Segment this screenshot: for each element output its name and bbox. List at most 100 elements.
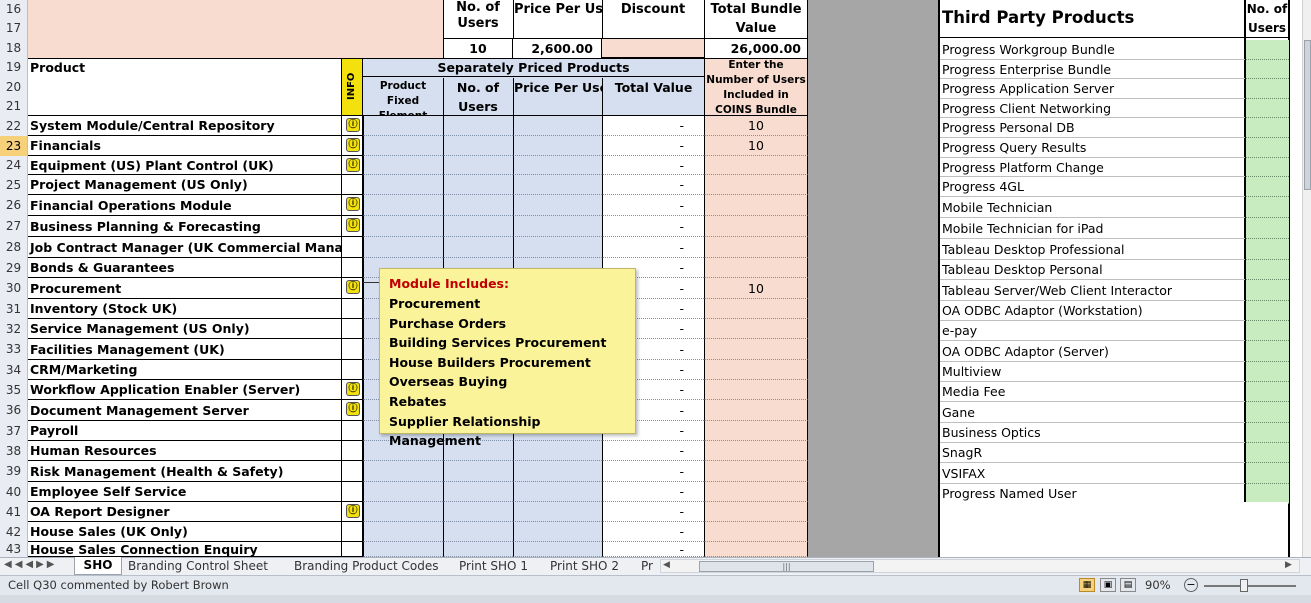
users-cell[interactable]	[443, 461, 513, 482]
sheet-tab[interactable]: Branding Control Sheet	[128, 558, 288, 574]
third-party-item[interactable]: Progress Query Results	[940, 138, 1245, 158]
third-party-users-cell[interactable]	[1246, 463, 1289, 484]
third-party-item[interactable]: Progress 4GL	[940, 177, 1245, 197]
third-party-item[interactable]: Progress Client Networking	[940, 99, 1245, 118]
row-header[interactable]: 18	[0, 38, 28, 59]
price-cell[interactable]	[513, 237, 602, 258]
third-party-item[interactable]: e-pay	[940, 321, 1245, 341]
fixed-element-cell[interactable]	[363, 522, 443, 542]
users-cell[interactable]	[443, 237, 513, 258]
third-party-users-cell[interactable]	[1246, 280, 1289, 301]
third-party-item[interactable]: Progress Application Server	[940, 79, 1245, 99]
fixed-element-cell[interactable]	[363, 156, 443, 175]
product-name-cell[interactable]: Job Contract Manager (UK Commercial Mana…	[28, 237, 341, 258]
info-icon[interactable]: ⓘ	[346, 158, 360, 172]
third-party-item[interactable]: Progress Personal DB	[940, 118, 1245, 138]
row-header[interactable]: 32	[0, 319, 28, 340]
price-value-cell[interactable]: 2,600.00	[513, 39, 602, 58]
third-party-users-cell[interactable]	[1246, 218, 1289, 239]
product-name-cell[interactable]: Human Resources	[28, 441, 341, 461]
third-party-users-cell[interactable]	[1246, 443, 1289, 463]
third-party-item[interactable]: Progress Named User	[940, 484, 1245, 504]
row-header[interactable]: 31	[0, 299, 28, 320]
price-cell[interactable]	[513, 502, 602, 522]
info-icon[interactable]: ⓘ	[346, 218, 360, 232]
fixed-element-cell[interactable]	[363, 482, 443, 502]
third-party-item[interactable]: Tableau Server/Web Client Interactor	[940, 280, 1245, 301]
third-party-item[interactable]: Progress Workgroup Bundle	[940, 40, 1245, 60]
row-header[interactable]: 34	[0, 360, 28, 381]
users-cell[interactable]	[443, 116, 513, 136]
fixed-element-cell[interactable]	[363, 136, 443, 156]
users-cell[interactable]	[443, 216, 513, 237]
fixed-element-cell[interactable]	[363, 175, 443, 195]
users-cell[interactable]	[443, 542, 513, 557]
product-name-cell[interactable]: House Sales Connection Enquiry	[28, 542, 341, 557]
row-header[interactable]: 43	[0, 542, 28, 558]
users-cell[interactable]	[443, 136, 513, 156]
zoom-level[interactable]: 90%	[1145, 578, 1171, 592]
row-header[interactable]: 38	[0, 441, 28, 462]
spreadsheet-grid[interactable]: No. of Users Price Per User Discount Tot…	[0, 0, 1311, 558]
row-header[interactable]: 27	[0, 216, 28, 238]
price-cell[interactable]	[513, 116, 602, 136]
sheet-tab[interactable]: Pr	[641, 558, 659, 574]
info-icon[interactable]: ⓘ	[346, 197, 360, 211]
info-cell[interactable]: ⓘ	[341, 156, 363, 175]
third-party-item[interactable]: OA ODBC Adaptor (Workstation)	[940, 301, 1245, 321]
product-name-cell[interactable]: Document Management Server	[28, 400, 341, 421]
row-header[interactable]: 16	[0, 0, 28, 20]
price-cell[interactable]	[513, 542, 602, 557]
price-cell[interactable]	[513, 461, 602, 482]
product-name-cell[interactable]: Equipment (US) Plant Control (UK)	[28, 156, 341, 175]
fixed-element-cell[interactable]	[363, 216, 443, 237]
third-party-item[interactable]: Business Optics	[940, 423, 1245, 443]
third-party-item[interactable]: Tableau Desktop Professional	[940, 239, 1245, 260]
third-party-item[interactable]: Media Fee	[940, 382, 1245, 402]
row-header[interactable]: 17	[0, 19, 28, 39]
row-header[interactable]: 22	[0, 116, 28, 137]
bundle-value-cell[interactable]: 26,000.00	[704, 39, 808, 58]
horizontal-scroll-thumb[interactable]: |||	[699, 561, 874, 572]
product-name-cell[interactable]: Business Planning & Forecasting	[28, 216, 341, 237]
row-header[interactable]: 23	[0, 136, 28, 157]
info-cell[interactable]: ⓘ	[341, 502, 363, 522]
zoom-slider-thumb[interactable]	[1240, 579, 1248, 592]
row-header[interactable]: 41	[0, 502, 28, 523]
info-icon[interactable]: ⓘ	[346, 504, 360, 518]
third-party-users-cell[interactable]	[1246, 138, 1289, 158]
product-name-cell[interactable]: House Sales (UK Only)	[28, 522, 341, 542]
sheet-tab[interactable]: Print SHO 2	[550, 558, 635, 574]
third-party-users-cell[interactable]	[1246, 197, 1289, 218]
info-cell[interactable]: ⓘ	[341, 116, 363, 136]
row-header[interactable]: 19	[0, 58, 28, 78]
third-party-users-cell[interactable]	[1246, 239, 1289, 260]
users-cell[interactable]	[443, 502, 513, 522]
tab-nav-buttons[interactable]: ◀◀◀▶▶	[4, 559, 70, 574]
row-header[interactable]: 33	[0, 339, 28, 361]
normal-view-button[interactable]: ▦	[1079, 578, 1095, 592]
fixed-element-cell[interactable]	[363, 542, 443, 557]
third-party-item[interactable]: Tableau Desktop Personal	[940, 260, 1245, 280]
third-party-users-cell[interactable]	[1246, 158, 1289, 177]
third-party-users-cell[interactable]	[1246, 99, 1289, 118]
third-party-users-cell[interactable]	[1246, 423, 1289, 443]
row-header[interactable]: 36	[0, 400, 28, 422]
vertical-scrollbar[interactable]	[1302, 0, 1311, 557]
third-party-item[interactable]: Multiview	[940, 362, 1245, 382]
third-party-users-cell[interactable]	[1246, 382, 1289, 402]
price-cell[interactable]	[513, 482, 602, 502]
price-cell[interactable]	[513, 175, 602, 195]
product-name-cell[interactable]: Service Management (US Only)	[28, 319, 341, 339]
users-cell[interactable]	[443, 522, 513, 542]
third-party-item[interactable]: Progress Platform Change	[940, 158, 1245, 177]
sheet-tab[interactable]: SHO	[74, 557, 122, 575]
users-cell[interactable]	[443, 482, 513, 502]
row-header[interactable]: 39	[0, 461, 28, 483]
product-name-cell[interactable]: Financials	[28, 136, 341, 156]
product-name-cell[interactable]: Financial Operations Module	[28, 195, 341, 216]
third-party-users-cell[interactable]	[1246, 321, 1289, 341]
product-name-cell[interactable]: Procurement	[28, 278, 341, 299]
fixed-element-cell[interactable]	[363, 237, 443, 258]
third-party-item[interactable]: VSIFAX	[940, 463, 1245, 484]
